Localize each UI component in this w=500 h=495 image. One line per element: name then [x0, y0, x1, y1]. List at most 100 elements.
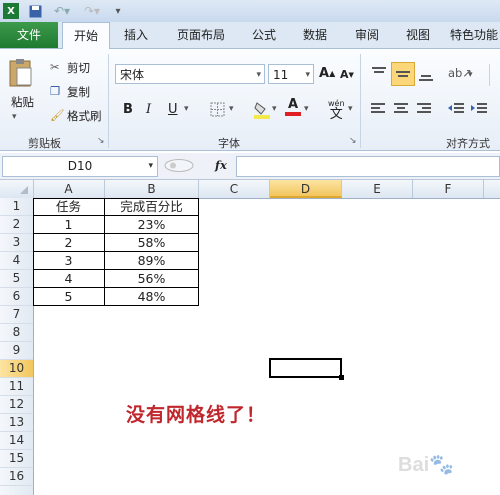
increase-indent-icon[interactable] [471, 102, 487, 116]
chevron-down-icon[interactable]: ▾ [304, 104, 309, 114]
font-size-value: 11 [273, 68, 289, 82]
row-header[interactable]: 14 [0, 432, 33, 450]
column-header-a[interactable]: A [33, 180, 105, 198]
font-color-icon[interactable]: A [285, 98, 301, 116]
table-cell-task[interactable]: 2 [33, 234, 105, 252]
tab-file[interactable]: 文件 [0, 22, 58, 48]
table-cell-task[interactable]: 1 [33, 216, 105, 234]
paste-button[interactable]: 粘贴 [11, 94, 34, 110]
name-box[interactable]: D10 ▾ [2, 156, 158, 177]
align-middle-icon[interactable] [391, 62, 415, 86]
font-name-value: 宋体 [120, 68, 145, 82]
row-header[interactable]: 12 [0, 396, 33, 414]
formula-input[interactable] [236, 156, 500, 177]
active-cell-d10[interactable] [269, 358, 342, 378]
chevron-down-icon[interactable]: ▾ [229, 104, 234, 114]
table-cell-percent[interactable]: 48% [105, 288, 199, 306]
column-header-f[interactable]: F [413, 180, 484, 198]
chevron-down-icon[interactable]: ▾ [184, 104, 189, 114]
dialog-launcher-icon[interactable]: ↘ [97, 136, 105, 146]
row-header[interactable]: 9 [0, 342, 33, 360]
redo-icon[interactable]: ↷▾ [80, 3, 104, 19]
column-header-d[interactable]: D [270, 180, 342, 198]
dialog-launcher-icon[interactable]: ↘ [349, 136, 357, 146]
table-cell-percent[interactable]: 23% [105, 216, 199, 234]
column-headers: A B C D E F [0, 180, 500, 199]
chevron-down-icon[interactable]: ▾ [272, 104, 277, 114]
group-divider [360, 54, 361, 148]
row-header[interactable]: 13 [0, 414, 33, 432]
chevron-down-icon[interactable]: ▾ [305, 65, 310, 85]
tab-insert[interactable]: 插入 [116, 22, 156, 48]
font-size-select[interactable]: 11 ▾ [268, 64, 314, 84]
bold-button[interactable]: B [123, 102, 133, 117]
shrink-font-icon[interactable]: A ▼ [340, 68, 354, 81]
table-cell-task[interactable]: 4 [33, 270, 105, 288]
tab-special[interactable]: 特色功能 [448, 22, 500, 48]
tab-formulas[interactable]: 公式 [244, 22, 284, 48]
table-cell-task[interactable]: 3 [33, 252, 105, 270]
clipboard-group-label: 剪贴板 [28, 137, 61, 150]
save-icon[interactable] [28, 3, 42, 19]
row-header[interactable]: 11 [0, 378, 33, 396]
align-center-icon[interactable] [394, 102, 408, 116]
row-header[interactable]: 1 [0, 198, 33, 216]
align-right-icon[interactable] [417, 102, 431, 116]
tab-page-layout[interactable]: 页面布局 [168, 22, 234, 48]
tab-view[interactable]: 视图 [398, 22, 438, 48]
chevron-down-icon[interactable]: ▾ [256, 65, 261, 85]
row-header[interactable]: 8 [0, 324, 33, 342]
zoom-icon[interactable] [164, 159, 194, 172]
grow-font-icon[interactable]: A ▲ [319, 66, 335, 81]
cut-icon[interactable]: ✂ [50, 60, 60, 74]
format-painter-icon[interactable]: 🖌 [50, 108, 65, 122]
fill-handle[interactable] [339, 375, 344, 380]
row-header[interactable]: 4 [0, 252, 33, 270]
copy-button[interactable]: 复制 [67, 84, 90, 100]
tab-data[interactable]: 数据 [294, 22, 336, 48]
paste-dropdown-icon[interactable]: ▾ [12, 112, 17, 122]
decrease-indent-icon[interactable] [448, 102, 464, 116]
row-header[interactable]: 2 [0, 216, 33, 234]
format-painter-button[interactable]: 格式刷 [67, 108, 102, 124]
borders-icon[interactable] [210, 102, 225, 117]
underline-button[interactable]: U [168, 102, 178, 117]
divider [489, 64, 490, 86]
fill-color-icon[interactable] [253, 100, 271, 120]
undo-icon[interactable]: ↶▾ [50, 3, 74, 19]
italic-button[interactable]: I [146, 102, 151, 117]
table-header-task[interactable]: 任务 [33, 198, 105, 216]
chevron-down-icon[interactable]: ▾ [348, 104, 353, 114]
column-header-e[interactable]: E [342, 180, 413, 198]
align-bottom-icon[interactable] [418, 68, 434, 82]
alignment-group-label: 对齐方式 [446, 137, 490, 150]
align-left-icon[interactable] [371, 102, 385, 116]
table-cell-percent[interactable]: 56% [105, 270, 199, 288]
row-header[interactable]: 15 [0, 450, 33, 468]
cut-button[interactable]: 剪切 [67, 60, 90, 76]
column-header-c[interactable]: C [199, 180, 270, 198]
select-all-corner[interactable] [0, 180, 34, 198]
column-header-b[interactable]: B [105, 180, 199, 198]
table-cell-task[interactable]: 5 [33, 288, 105, 306]
align-top-icon[interactable] [371, 66, 387, 80]
row-header[interactable]: 5 [0, 270, 33, 288]
row-header[interactable]: 16 [0, 468, 33, 486]
font-name-select[interactable]: 宋体 ▾ [115, 64, 265, 84]
tab-review[interactable]: 审阅 [346, 22, 388, 48]
customize-qa-icon[interactable]: ▾ [112, 3, 124, 19]
paste-icon[interactable] [8, 58, 38, 88]
table-cell-percent[interactable]: 58% [105, 234, 199, 252]
row-header-selected[interactable]: 10 [0, 360, 33, 378]
tab-home[interactable]: 开始 [62, 22, 110, 50]
row-header[interactable]: 3 [0, 234, 33, 252]
insert-function-button[interactable]: fx [215, 158, 227, 172]
row-header[interactable]: 6 [0, 288, 33, 306]
phonetic-guide-icon[interactable]: wén 文 [328, 98, 345, 121]
copy-icon[interactable]: ❐ [50, 84, 60, 98]
table-cell-percent[interactable]: 89% [105, 252, 199, 270]
chevron-down-icon[interactable]: ▾ [468, 70, 473, 80]
row-header[interactable]: 7 [0, 306, 33, 324]
chevron-down-icon[interactable]: ▾ [148, 157, 153, 176]
table-header-percent[interactable]: 完成百分比 [105, 198, 199, 216]
